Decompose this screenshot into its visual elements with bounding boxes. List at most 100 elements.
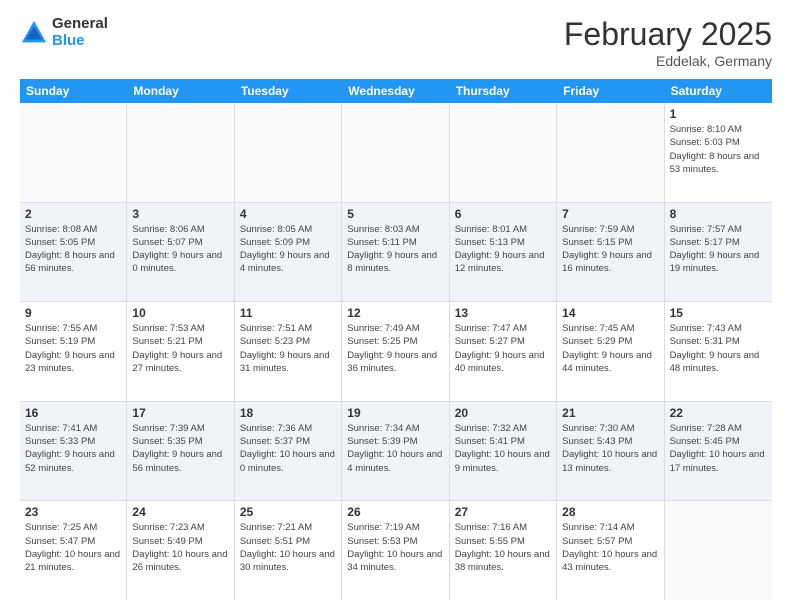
day-info: Sunrise: 7:34 AM Sunset: 5:39 PM Dayligh… (347, 422, 443, 475)
calendar-page: General Blue February 2025 Eddelak, Germ… (0, 0, 792, 612)
day-cell-24: 24 Sunrise: 7:23 AM Sunset: 5:49 PM Dayli… (127, 501, 234, 600)
empty-cell (665, 501, 772, 600)
day-number: 4 (240, 207, 336, 221)
day-info: Sunrise: 8:08 AM Sunset: 5:05 PM Dayligh… (25, 223, 121, 276)
day-cell-19: 19Sunrise: 7:34 AM Sunset: 5:39 PM Dayli… (342, 402, 449, 501)
day-cell-16: 16 Sunrise: 7:41 AM Sunset: 5:33 PM Dayli… (20, 402, 127, 501)
day-number: 8 (670, 207, 767, 221)
day-info: Sunrise: 7:16 AM Sunset: 5:55 PM Dayligh… (455, 521, 551, 574)
day-info: Sunrise: 8:06 AM Sunset: 5:07 PM Dayligh… (132, 223, 228, 276)
empty-cell (557, 103, 664, 202)
day-number: 28 (562, 505, 658, 519)
day-number: 21 (562, 406, 658, 420)
day-info: Sunrise: 7:57 AM Sunset: 5:17 PM Dayligh… (670, 223, 767, 276)
day-info: Sunrise: 8:05 AM Sunset: 5:09 PM Dayligh… (240, 223, 336, 276)
day-number: 27 (455, 505, 551, 519)
calendar: Sunday Monday Tuesday Wednesday Thursday… (20, 79, 772, 600)
day-cell-26: 26Sunrise: 7:19 AM Sunset: 5:53 PM Dayli… (342, 501, 449, 600)
day-number: 13 (455, 306, 551, 320)
calendar-row-2: 9 Sunrise: 7:55 AM Sunset: 5:19 PM Daylig… (20, 302, 772, 402)
day-cell-28: 28 Sunrise: 7:14 AM Sunset: 5:57 PM Dayli… (557, 501, 664, 600)
day-cell-13: 13 Sunrise: 7:47 AM Sunset: 5:27 PM Dayli… (450, 302, 557, 401)
day-info: Sunrise: 8:10 AM Sunset: 5:03 PM Dayligh… (670, 123, 767, 176)
day-info: Sunrise: 7:21 AM Sunset: 5:51 PM Dayligh… (240, 521, 336, 574)
day-cell-5: 5 Sunrise: 8:03 AM Sunset: 5:11 PM Daylig… (342, 203, 449, 302)
day-number: 5 (347, 207, 443, 221)
calendar-row-4: 23Sunrise: 7:25 AM Sunset: 5:47 PM Dayli… (20, 501, 772, 600)
day-info: Sunrise: 8:03 AM Sunset: 5:11 PM Dayligh… (347, 223, 443, 276)
day-info: Sunrise: 7:51 AM Sunset: 5:23 PM Dayligh… (240, 322, 336, 375)
calendar-row-0: 1Sunrise: 8:10 AM Sunset: 5:03 PM Daylig… (20, 103, 772, 203)
day-cell-27: 27 Sunrise: 7:16 AM Sunset: 5:55 PM Dayli… (450, 501, 557, 600)
day-number: 16 (25, 406, 121, 420)
day-number: 12 (347, 306, 443, 320)
day-cell-14: 14 Sunrise: 7:45 AM Sunset: 5:29 PM Dayli… (557, 302, 664, 401)
day-cell-9: 9 Sunrise: 7:55 AM Sunset: 5:19 PM Daylig… (20, 302, 127, 401)
day-cell-4: 4 Sunrise: 8:05 AM Sunset: 5:09 PM Daylig… (235, 203, 342, 302)
day-number: 3 (132, 207, 228, 221)
day-number: 25 (240, 505, 336, 519)
page-header: General Blue February 2025 Eddelak, Germ… (20, 16, 772, 69)
day-cell-8: 8 Sunrise: 7:57 AM Sunset: 5:17 PM Daylig… (665, 203, 772, 302)
day-number: 24 (132, 505, 228, 519)
logo-blue: Blue (52, 33, 108, 50)
day-cell-6: 6 Sunrise: 8:01 AM Sunset: 5:13 PM Daylig… (450, 203, 557, 302)
empty-cell (127, 103, 234, 202)
day-number: 26 (347, 505, 443, 519)
calendar-header: Sunday Monday Tuesday Wednesday Thursday… (20, 79, 772, 103)
weekday-tuesday: Tuesday (235, 79, 342, 103)
day-info: Sunrise: 7:25 AM Sunset: 5:47 PM Dayligh… (25, 521, 121, 574)
title-block: February 2025 Eddelak, Germany (564, 16, 772, 69)
day-number: 9 (25, 306, 121, 320)
month-title: February 2025 (564, 16, 772, 53)
day-cell-11: 11 Sunrise: 7:51 AM Sunset: 5:23 PM Dayli… (235, 302, 342, 401)
day-cell-12: 12 Sunrise: 7:49 AM Sunset: 5:25 PM Dayli… (342, 302, 449, 401)
day-number: 7 (562, 207, 658, 221)
day-number: 15 (670, 306, 767, 320)
day-cell-3: 3 Sunrise: 8:06 AM Sunset: 5:07 PM Daylig… (127, 203, 234, 302)
day-cell-1: 1Sunrise: 8:10 AM Sunset: 5:03 PM Daylig… (665, 103, 772, 202)
day-cell-23: 23Sunrise: 7:25 AM Sunset: 5:47 PM Dayli… (20, 501, 127, 600)
day-info: Sunrise: 7:47 AM Sunset: 5:27 PM Dayligh… (455, 322, 551, 375)
weekday-saturday: Saturday (665, 79, 772, 103)
day-info: Sunrise: 7:45 AM Sunset: 5:29 PM Dayligh… (562, 322, 658, 375)
day-info: Sunrise: 7:53 AM Sunset: 5:21 PM Dayligh… (132, 322, 228, 375)
weekday-wednesday: Wednesday (342, 79, 449, 103)
day-info: Sunrise: 8:01 AM Sunset: 5:13 PM Dayligh… (455, 223, 551, 276)
day-cell-22: 22Sunrise: 7:28 AM Sunset: 5:45 PM Dayli… (665, 402, 772, 501)
empty-cell (450, 103, 557, 202)
empty-cell (342, 103, 449, 202)
day-info: Sunrise: 7:59 AM Sunset: 5:15 PM Dayligh… (562, 223, 658, 276)
day-number: 6 (455, 207, 551, 221)
day-number: 17 (132, 406, 228, 420)
day-cell-18: 18Sunrise: 7:36 AM Sunset: 5:37 PM Dayli… (235, 402, 342, 501)
logo-icon (20, 19, 48, 47)
day-cell-15: 15 Sunrise: 7:43 AM Sunset: 5:31 PM Dayli… (665, 302, 772, 401)
day-info: Sunrise: 7:55 AM Sunset: 5:19 PM Dayligh… (25, 322, 121, 375)
day-number: 22 (670, 406, 767, 420)
day-number: 2 (25, 207, 121, 221)
calendar-row-1: 2 Sunrise: 8:08 AM Sunset: 5:05 PM Daylig… (20, 203, 772, 303)
day-info: Sunrise: 7:23 AM Sunset: 5:49 PM Dayligh… (132, 521, 228, 574)
location: Eddelak, Germany (564, 53, 772, 69)
day-cell-21: 21Sunrise: 7:30 AM Sunset: 5:43 PM Dayli… (557, 402, 664, 501)
day-number: 10 (132, 306, 228, 320)
day-number: 14 (562, 306, 658, 320)
day-info: Sunrise: 7:41 AM Sunset: 5:33 PM Dayligh… (25, 422, 121, 475)
logo-text: General Blue (52, 16, 108, 49)
day-cell-20: 20Sunrise: 7:32 AM Sunset: 5:41 PM Dayli… (450, 402, 557, 501)
day-cell-2: 2 Sunrise: 8:08 AM Sunset: 5:05 PM Daylig… (20, 203, 127, 302)
day-info: Sunrise: 7:14 AM Sunset: 5:57 PM Dayligh… (562, 521, 658, 574)
weekday-friday: Friday (557, 79, 664, 103)
day-cell-17: 17 Sunrise: 7:39 AM Sunset: 5:35 PM Dayli… (127, 402, 234, 501)
logo: General Blue (20, 16, 108, 49)
day-number: 20 (455, 406, 551, 420)
day-number: 11 (240, 306, 336, 320)
day-info: Sunrise: 7:49 AM Sunset: 5:25 PM Dayligh… (347, 322, 443, 375)
day-info: Sunrise: 7:43 AM Sunset: 5:31 PM Dayligh… (670, 322, 767, 375)
logo-general: General (52, 16, 108, 33)
calendar-body: 1Sunrise: 8:10 AM Sunset: 5:03 PM Daylig… (20, 103, 772, 600)
weekday-sunday: Sunday (20, 79, 127, 103)
day-number: 18 (240, 406, 336, 420)
day-info: Sunrise: 7:39 AM Sunset: 5:35 PM Dayligh… (132, 422, 228, 475)
